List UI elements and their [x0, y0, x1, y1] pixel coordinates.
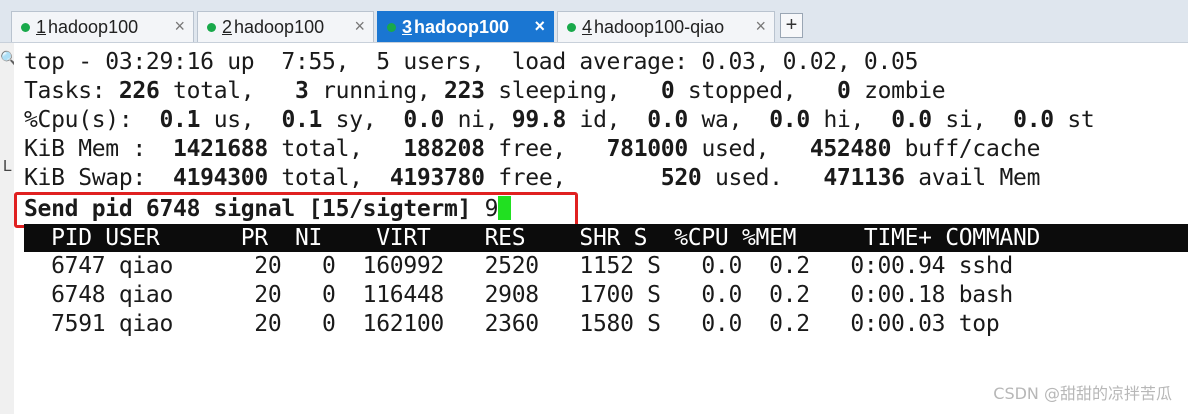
tasks-text: sleeping,	[484, 78, 661, 104]
cpu-st: 0.0	[1013, 107, 1054, 133]
tasks-text: total,	[159, 78, 295, 104]
tasks-text: zombie	[850, 78, 946, 104]
cpu-text: id,	[566, 107, 648, 133]
tab-title: hadoop100-qiao	[594, 17, 725, 37]
mem-free: 188208	[403, 136, 485, 162]
close-icon[interactable]: ×	[534, 16, 545, 37]
tab-session-3[interactable]: 3 hadoop100 ×	[377, 11, 554, 42]
process-row[interactable]: 6748 qiao 20 0 116448 2908 1700 S 0.0 0.…	[24, 281, 1013, 310]
swap-label: KiB Swap:	[24, 165, 174, 191]
tab-session-4[interactable]: 4 hadoop100-qiao ×	[557, 11, 775, 42]
cpu-si: 0.0	[891, 107, 932, 133]
process-row[interactable]: 6747 qiao 20 0 160992 2520 1152 S 0.0 0.…	[24, 252, 1013, 281]
status-dot-icon	[207, 23, 216, 32]
mem-text: buff/cache	[891, 136, 1041, 162]
terminal-output[interactable]: top - 03:29:16 up 7:55, 5 users, load av…	[14, 43, 1188, 414]
mem-total: 1421688	[173, 136, 268, 162]
tasks-line: Tasks: 226 total, 3 running, 223 sleepin…	[24, 77, 946, 106]
watermark: CSDN @甜甜的凉拌苦瓜	[993, 384, 1172, 403]
uptime-line: top - 03:29:16 up 7:55, 5 users, load av…	[24, 49, 919, 75]
cpu-text: sy,	[322, 107, 404, 133]
mem-label: KiB Mem :	[24, 136, 174, 162]
mem-text: used,	[687, 136, 810, 162]
tab-number: 3	[402, 17, 413, 37]
swap-total: 4194300	[173, 165, 268, 191]
tab-number: 1	[36, 17, 47, 37]
cpu-text: ni,	[444, 107, 512, 133]
cpu-text: wa,	[687, 107, 770, 133]
cpu-text: st	[1053, 107, 1095, 133]
tab-title: hadoop100	[414, 17, 510, 37]
swap-used: 520	[660, 165, 702, 191]
tasks-text: stopped,	[674, 78, 837, 104]
close-icon[interactable]: ×	[354, 16, 365, 37]
swap-line: KiB Swap: 4194300 total, 4193780 free, 5…	[24, 164, 1040, 193]
tasks-total: 226	[118, 78, 160, 104]
mem-buff: 452480	[809, 136, 892, 162]
swap-text: avail Mem	[904, 165, 1041, 191]
swap-text: free,	[484, 165, 661, 191]
swap-text: total,	[267, 165, 390, 191]
tab-bar: 1 hadoop100 × 2 hadoop100 × 3 hadoop100 …	[0, 0, 1188, 43]
cpu-sy: 0.1	[281, 107, 323, 133]
tasks-running: 3	[294, 78, 309, 104]
left-gutter	[0, 43, 14, 414]
mem-used: 781000	[606, 136, 689, 162]
close-icon[interactable]: ×	[755, 16, 766, 37]
mem-line: KiB Mem : 1421688 total, 188208 free, 78…	[24, 135, 1040, 164]
tab-session-1[interactable]: 1 hadoop100 ×	[11, 11, 194, 42]
status-dot-icon	[387, 23, 396, 32]
cpu-hi: 0.0	[769, 107, 810, 133]
tab-number: 2	[222, 17, 233, 37]
cpu-text: us,	[200, 107, 282, 133]
tasks-stopped: 0	[660, 78, 675, 104]
process-row[interactable]: 7591 qiao 20 0 162100 2360 1580 S 0.0 0.…	[24, 310, 1000, 339]
swap-avail: 471136	[823, 165, 905, 191]
tab-title: hadoop100	[234, 17, 325, 37]
tasks-zombie: 0	[836, 78, 851, 104]
new-tab-button[interactable]: +	[780, 13, 803, 38]
cpu-us: 0.1	[159, 107, 201, 133]
swap-free: 4193780	[389, 165, 485, 191]
process-table-header: PID USER PR NI VIRT RES SHR S %CPU %MEM …	[24, 224, 1188, 252]
tab-number: 4	[582, 17, 593, 37]
cpu-label: %Cpu(s):	[24, 107, 160, 133]
tasks-text: running,	[308, 78, 445, 104]
mem-text: free,	[484, 136, 607, 162]
mem-text: total,	[267, 136, 404, 162]
cpu-text: si,	[931, 107, 1014, 133]
tab-title: hadoop100	[48, 17, 139, 37]
gutter-mark: L	[3, 158, 12, 175]
cpu-wa: 0.0	[647, 107, 688, 133]
cpu-line: %Cpu(s): 0.1 us, 0.1 sy, 0.0 ni, 99.8 id…	[24, 106, 1095, 135]
status-dot-icon	[21, 23, 30, 32]
tab-session-2[interactable]: 2 hadoop100 ×	[197, 11, 374, 42]
swap-text: used.	[701, 165, 824, 191]
close-icon[interactable]: ×	[174, 16, 185, 37]
tasks-label: Tasks:	[24, 78, 119, 104]
cpu-text: hi,	[809, 107, 892, 133]
status-dot-icon	[567, 23, 576, 32]
highlight-annotation	[14, 192, 578, 228]
cpu-ni: 0.0	[403, 107, 445, 133]
cpu-id: 99.8	[511, 107, 567, 133]
tasks-sleeping: 223	[444, 78, 485, 104]
